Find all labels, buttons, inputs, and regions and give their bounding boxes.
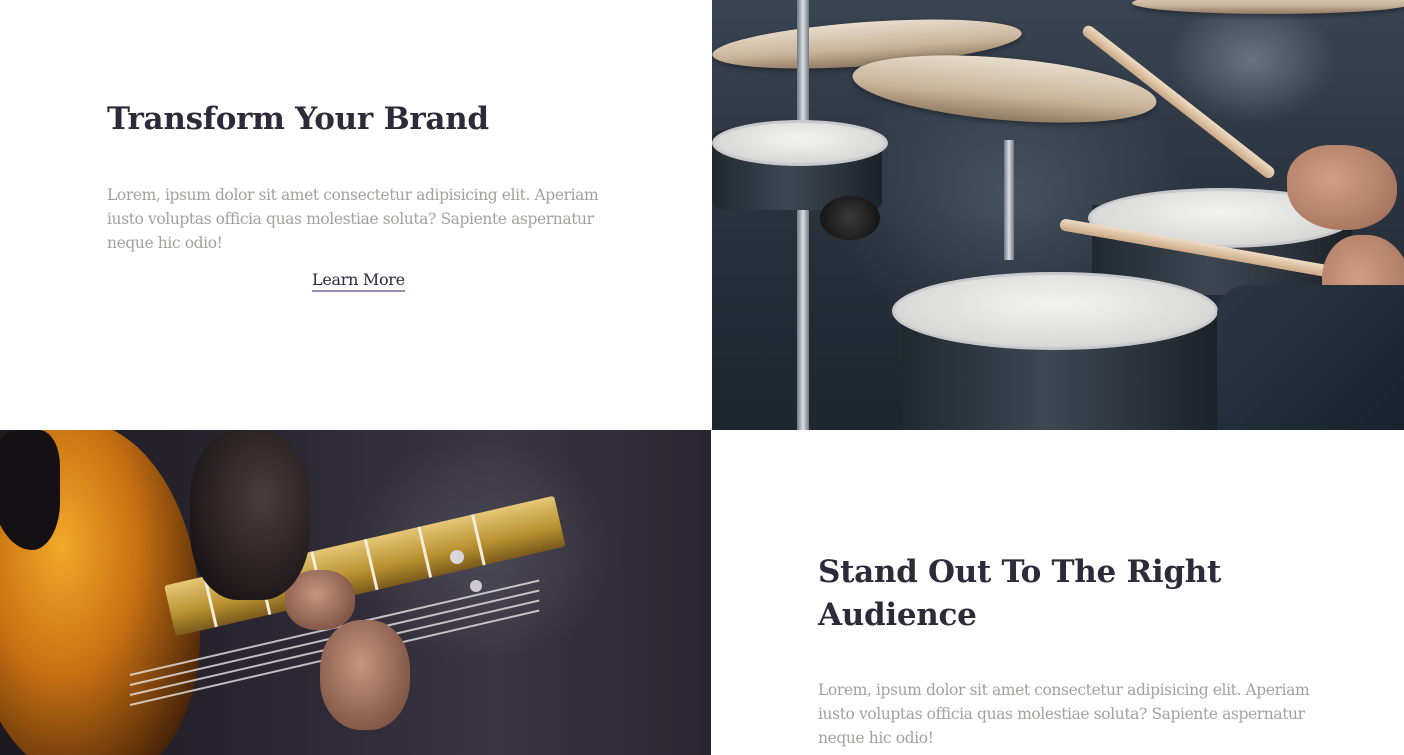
drummer-photo [712,0,1404,430]
fret [471,514,486,566]
snare-drum-head [892,272,1218,350]
drummer-hand-right [1287,145,1397,230]
fret [363,538,379,591]
microphone-icon [820,196,880,240]
feature-block-audience: Stand Out To The Right Audience Lorem, i… [711,430,1404,755]
learn-more-link[interactable]: Learn More [312,270,405,292]
bass-guitar-photo [0,430,711,755]
arm [190,430,310,600]
mic-stand [1004,140,1014,260]
feature-description: Lorem, ipsum dolor sit amet consectetur … [107,186,599,252]
drummer-leg [1217,285,1404,430]
feature-block-transform: Transform Your Brand Lorem, ipsum dolor … [0,0,712,430]
tuning-peg [450,550,464,564]
feature-title: Stand Out To The Right Audience [818,554,1222,633]
tuning-peg [470,580,482,592]
guitar-pickguard [0,430,60,550]
feature-title: Transform Your Brand [107,101,489,137]
feature-description: Lorem, ipsum dolor sit amet consectetur … [818,681,1310,747]
tom-drum-head [712,120,888,166]
fret [417,526,433,578]
fretting-hand [320,620,410,730]
feature-grid: Transform Your Brand Lorem, ipsum dolor … [0,0,1404,755]
cymbal-stand [797,0,809,430]
